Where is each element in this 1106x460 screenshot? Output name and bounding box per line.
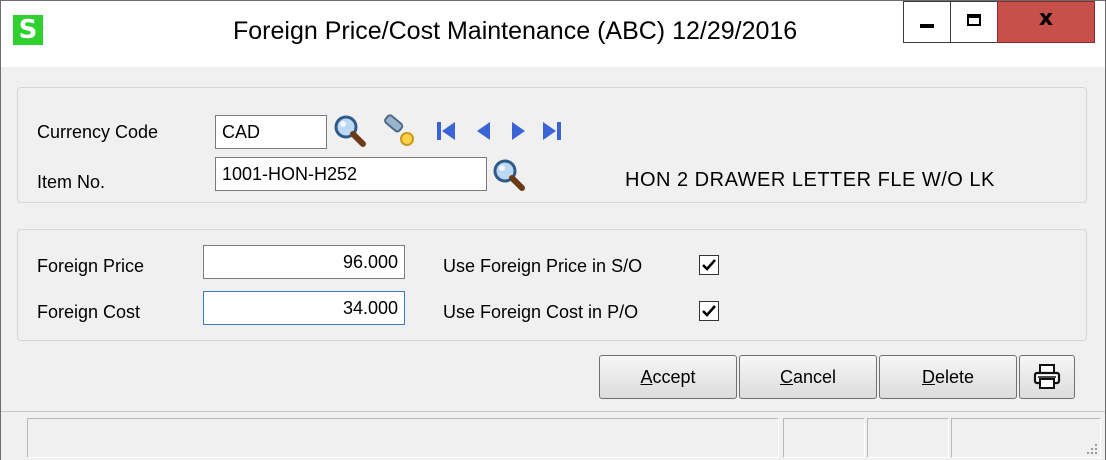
accept-button[interactable]: Accept — [599, 355, 737, 399]
foreign-price-input[interactable]: 96.000 — [203, 245, 405, 279]
cancel-button[interactable]: Cancel — [739, 355, 877, 399]
cancel-mnemonic: C — [779, 367, 793, 387]
delete-mnemonic: D — [921, 367, 935, 387]
cancel-label-rest: ancel — [792, 367, 837, 387]
item-description: HON 2 DRAWER LETTER FLE W/O LK — [625, 169, 995, 191]
flashlight-search-icon[interactable] — [381, 113, 417, 149]
resize-grip-icon[interactable] — [1083, 440, 1099, 456]
window-title: Foreign Price/Cost Maintenance (ABC) 12/… — [233, 17, 798, 45]
pricing-group — [17, 229, 1087, 341]
item-lookup-icon[interactable] — [491, 157, 527, 193]
use-foreign-cost-checkbox[interactable] — [699, 301, 719, 321]
close-button[interactable]: x — [997, 1, 1095, 43]
window: S Foreign Price/Cost Maintenance (ABC) 1… — [0, 0, 1106, 460]
status-panel-4 — [951, 418, 1101, 458]
use-foreign-price-label: Use Foreign Price in S/O — [443, 256, 643, 276]
app-logo-icon: S — [13, 15, 43, 45]
delete-button[interactable]: Delete — [879, 355, 1017, 399]
last-record-icon[interactable] — [539, 119, 565, 143]
foreign-cost-input[interactable]: 34.000 — [203, 291, 405, 325]
first-record-icon[interactable] — [433, 119, 459, 143]
status-panel-2 — [783, 418, 865, 458]
status-bar — [1, 411, 1105, 460]
previous-record-icon[interactable] — [473, 119, 495, 143]
minimize-button[interactable] — [903, 1, 951, 43]
next-record-icon[interactable] — [507, 119, 529, 143]
item-no-input[interactable]: 1001-HON-H252 — [215, 157, 487, 191]
foreign-cost-label: Foreign Cost — [37, 302, 141, 322]
use-foreign-cost-label: Use Foreign Cost in P/O — [443, 302, 639, 322]
accept-label-rest: ccept — [652, 367, 696, 387]
accept-mnemonic: A — [640, 367, 653, 387]
use-foreign-price-checkbox[interactable] — [699, 255, 719, 275]
status-panel-3 — [867, 418, 949, 458]
print-button[interactable] — [1019, 355, 1075, 399]
close-icon: x — [1038, 6, 1054, 31]
item-no-label: Item No. — [37, 172, 106, 192]
printer-icon — [1033, 364, 1061, 389]
currency-code-label: Currency Code — [37, 122, 159, 142]
foreign-price-label: Foreign Price — [37, 256, 145, 276]
status-panel-main — [27, 418, 779, 458]
minimize-icon — [920, 24, 934, 28]
currency-code-input[interactable]: CAD — [215, 115, 327, 149]
checkmark-icon — [702, 259, 716, 271]
maximize-icon — [967, 14, 981, 26]
delete-label-rest: elete — [934, 367, 975, 387]
title-bar[interactable]: S Foreign Price/Cost Maintenance (ABC) 1… — [1, 1, 1105, 67]
maximize-button[interactable] — [950, 1, 998, 43]
currency-lookup-icon[interactable] — [332, 113, 368, 149]
checkmark-icon — [702, 305, 716, 317]
